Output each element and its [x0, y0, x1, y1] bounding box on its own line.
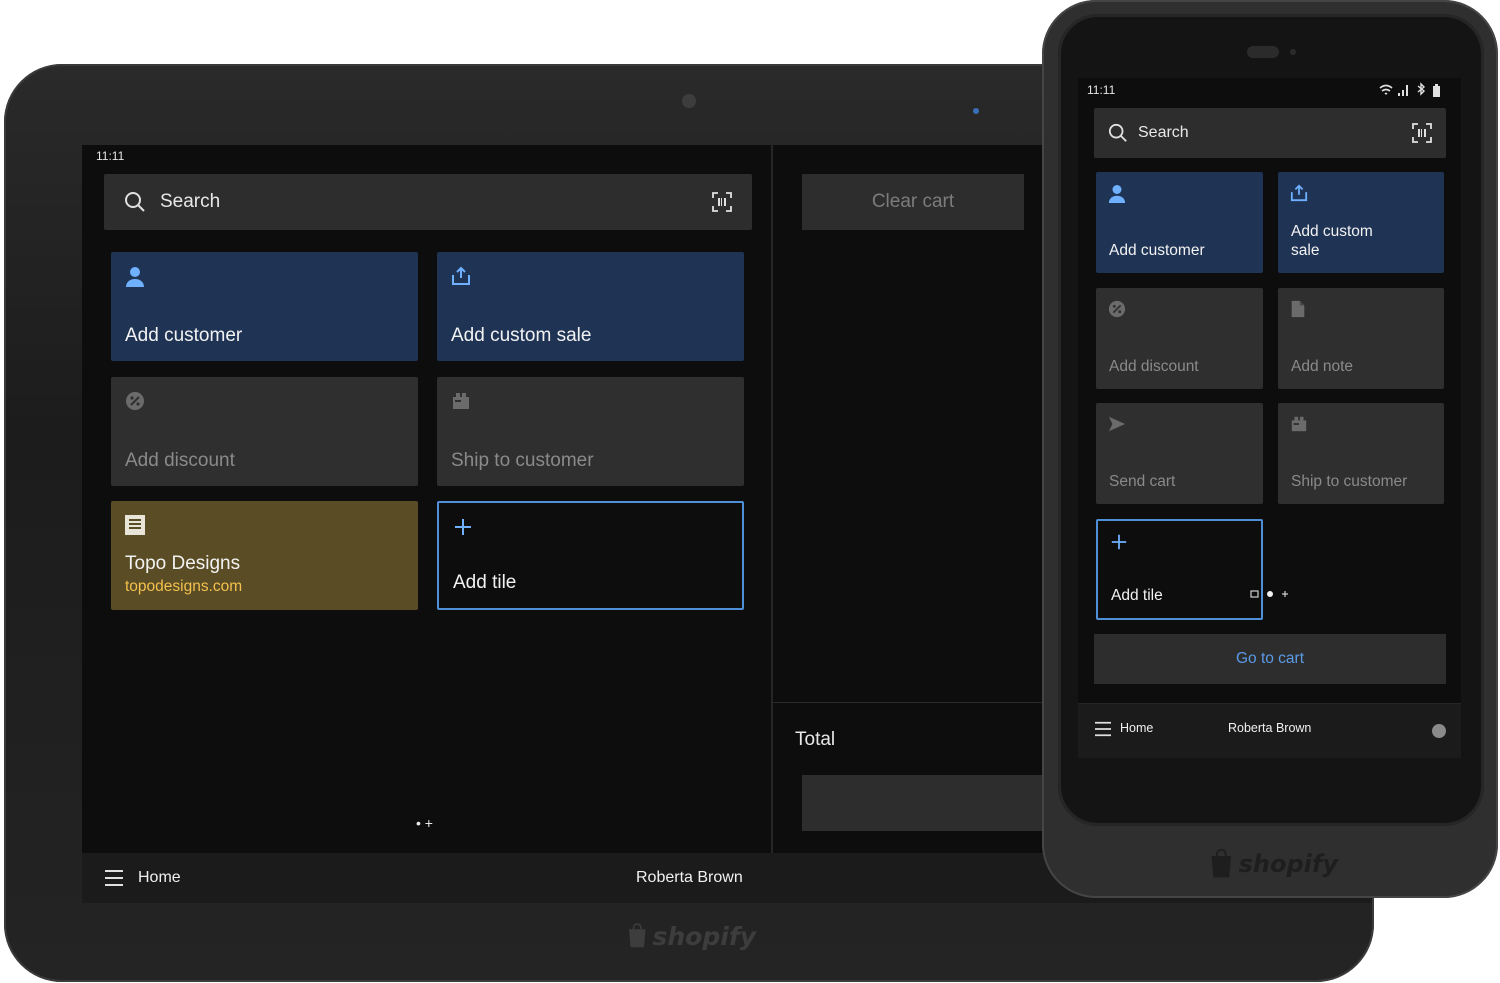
page-indicator[interactable]: [1250, 588, 1290, 600]
note-icon: [1291, 300, 1305, 318]
tile-label: Add note: [1291, 358, 1354, 375]
status-icons: [1379, 82, 1440, 97]
tile-label: Add custom sale: [1291, 223, 1373, 259]
discount-icon: [126, 392, 144, 410]
page-indicator[interactable]: • +: [416, 815, 433, 831]
tile-label: Add discount: [125, 450, 235, 471]
menu-icon[interactable]: [104, 869, 124, 887]
custom-sale-icon: [452, 266, 470, 285]
tile-label: Ship to customer: [1291, 473, 1408, 490]
status-time: 11:11: [1087, 83, 1116, 97]
tile-add-customer[interactable]: Add customer: [111, 252, 418, 361]
tile-add-tile[interactable]: Add tile: [437, 501, 744, 610]
barcode-scan-icon[interactable]: [1412, 123, 1432, 143]
bluetooth-icon: [1417, 82, 1426, 96]
plus-icon: [455, 519, 471, 535]
ship-icon: [1291, 416, 1307, 432]
search-icon: [1108, 123, 1127, 142]
go-to-cart-button[interactable]: Go to cart: [1094, 634, 1446, 684]
tile-send-cart[interactable]: Send cart: [1096, 403, 1263, 504]
tile-label: Add discount: [1109, 358, 1199, 375]
wifi-icon: [1379, 84, 1393, 95]
user-name[interactable]: Roberta Brown: [1228, 721, 1311, 735]
tile-add-tile[interactable]: Add tile: [1096, 519, 1263, 620]
search-label: Search: [160, 191, 221, 212]
tile-label: Ship to customer: [451, 450, 594, 471]
search-icon: [125, 192, 145, 212]
ship-icon: [453, 393, 469, 409]
search-bar[interactable]: Search: [104, 174, 752, 230]
phone-screen: 11:11 Search Add customer Add custom sal…: [1078, 78, 1461, 758]
brand-text: shopify: [652, 921, 757, 951]
user-name[interactable]: Roberta Brown: [636, 869, 743, 887]
barcode-scan-icon[interactable]: [712, 192, 732, 212]
total-label: Total: [795, 729, 836, 750]
tile-sublabel[interactable]: topodesigns.com: [125, 578, 242, 596]
shopify-bag-icon: [629, 923, 646, 948]
tile-topo-designs[interactable]: Topo Designs topodesigns.com: [111, 501, 418, 610]
shopify-bag-icon: [1211, 848, 1232, 878]
tile-add-note[interactable]: Add note: [1278, 288, 1444, 389]
send-icon: [1108, 416, 1126, 432]
avatar[interactable]: [1432, 724, 1446, 738]
home-label[interactable]: Home: [1120, 721, 1153, 735]
phone-speaker: [1247, 46, 1279, 58]
tile-add-discount[interactable]: Add discount: [111, 377, 418, 486]
menu-icon[interactable]: [1094, 721, 1112, 737]
tile-label: Add custom sale: [451, 325, 592, 346]
brand-text: shopify: [1238, 850, 1338, 878]
cart-divider: [771, 145, 773, 853]
custom-sale-icon: [1290, 184, 1308, 202]
tile-ship-to-customer[interactable]: Ship to customer: [1278, 403, 1444, 504]
discount-icon: [1108, 300, 1126, 318]
tile-add-customer[interactable]: Add customer: [1096, 172, 1263, 273]
tablet-camera: [682, 94, 696, 108]
tile-label: Add tile: [1111, 587, 1163, 604]
battery-icon: [1433, 86, 1440, 97]
tile-ship-to-customer[interactable]: Ship to customer: [437, 377, 744, 486]
home-label[interactable]: Home: [138, 869, 181, 887]
search-label: Search: [1138, 124, 1189, 141]
status-time: 11:11: [96, 149, 125, 163]
phone-camera: [1290, 49, 1296, 55]
phone-brand: shopify: [1208, 842, 1338, 886]
tile-label: Add customer: [1109, 242, 1205, 259]
tile-add-discount[interactable]: Add discount: [1096, 288, 1263, 389]
clear-cart-button[interactable]: Clear cart: [802, 174, 1024, 230]
bottom-nav: Home Roberta Brown: [1078, 703, 1461, 758]
person-icon: [1108, 185, 1126, 203]
tile-label: Topo Designs: [125, 553, 241, 574]
plus-icon: [1111, 534, 1127, 550]
tile-label: Add tile: [453, 572, 517, 593]
person-icon: [126, 267, 144, 287]
tile-add-custom-sale[interactable]: Add custom sale: [1278, 172, 1444, 273]
tablet-brand: shopify: [626, 914, 756, 958]
signal-icon: [1398, 85, 1408, 96]
tile-add-custom-sale[interactable]: Add custom sale: [437, 252, 744, 361]
tile-label: Add customer: [125, 325, 243, 346]
tablet-sensor: [973, 108, 979, 114]
topo-logo-icon: [125, 515, 145, 535]
tile-label: Send cart: [1109, 473, 1176, 490]
search-bar[interactable]: Search: [1094, 108, 1446, 158]
